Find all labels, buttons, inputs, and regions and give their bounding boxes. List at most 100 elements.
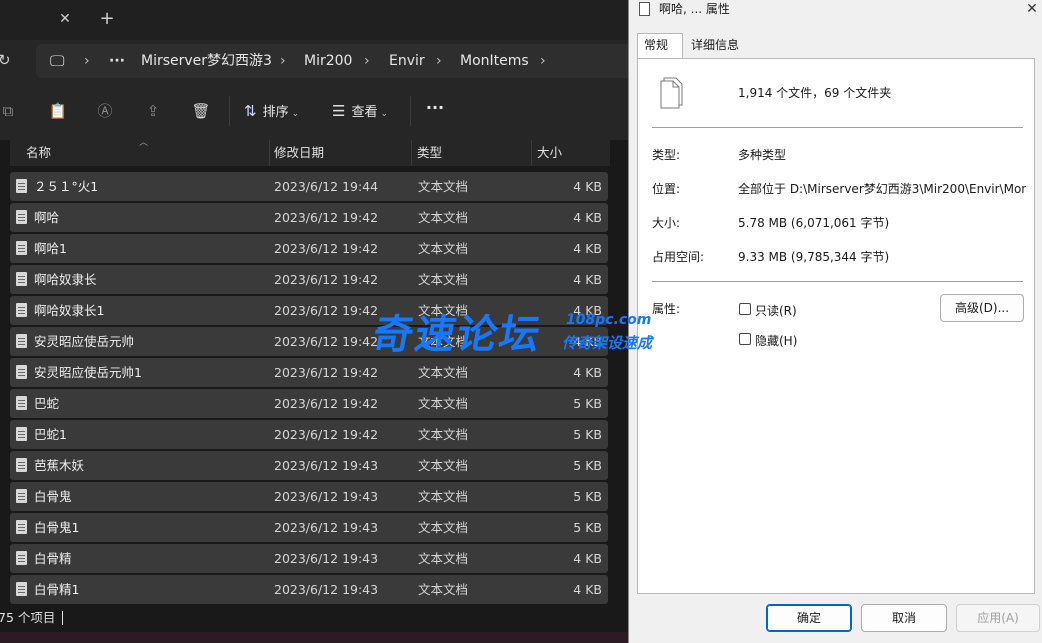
attributes-label: 属性: (652, 302, 681, 316)
file-row[interactable]: 啊哈 2023/6/12 19:42 文本文档 4 KB (10, 203, 608, 232)
more-options-icon[interactable]: ··· (424, 100, 446, 122)
item-count: 75 个项目 (0, 610, 56, 625)
file-row[interactable]: 安灵昭应使岳元帅1 2023/6/12 19:42 文本文档 4 KB (10, 358, 608, 387)
apply-button: 应用(A) (956, 604, 1040, 632)
file-name: 白骨精 (34, 551, 72, 566)
view-button[interactable]: ☰ 查看 ⌄ (332, 98, 388, 124)
more-path-icon[interactable]: ··· (109, 44, 125, 78)
column-header: ︿ 名称 修改日期 类型 大小 (10, 138, 610, 166)
file-name: 白骨鬼 (34, 489, 72, 504)
chevron-down-icon: ⌄ (380, 109, 389, 119)
close-icon[interactable]: ✕ (1023, 0, 1041, 18)
breadcrumb-item[interactable]: Envir (389, 44, 425, 78)
file-size: 5 KB (573, 489, 602, 504)
new-tab-icon[interactable]: + (97, 9, 117, 29)
text-file-icon (16, 272, 27, 286)
chevron-right-icon: › (436, 53, 442, 69)
chevron-right-icon: › (364, 53, 370, 69)
tab-general[interactable]: 常规 (637, 33, 683, 59)
breadcrumb-item[interactable]: Mir200 (304, 44, 352, 78)
close-tab-icon[interactable]: ✕ (56, 10, 74, 28)
text-file-icon (16, 489, 27, 503)
file-date: 2023/6/12 19:42 (274, 334, 379, 349)
properties-dialog: 啊哈, ... 属性 ✕ 常规 详细信息 1,914 个文件，69 个文件夹 类… (628, 0, 1042, 643)
file-type: 文本文档 (418, 582, 469, 597)
file-row[interactable]: 巴蛇1 2023/6/12 19:42 文本文档 5 KB (10, 420, 608, 449)
document-icon (639, 2, 650, 16)
sort-icon: ⇅ (244, 102, 257, 120)
file-name: 芭蕉木妖 (34, 458, 85, 473)
address-bar[interactable]: 🖵 › ··· Mirserver梦幻西游3 › Mir200 › Envir … (36, 44, 636, 78)
view-label: 查看 (351, 105, 378, 120)
file-row[interactable]: 啊哈奴隶长 2023/6/12 19:42 文本文档 4 KB (10, 265, 608, 294)
file-size: 4 KB (573, 210, 602, 225)
view-icon: ☰ (332, 102, 346, 120)
text-file-icon (16, 365, 27, 379)
file-row[interactable]: 白骨鬼 2023/6/12 19:43 文本文档 5 KB (10, 482, 608, 511)
watermark-url: 108pc.com (566, 312, 652, 328)
column-divider[interactable] (269, 140, 270, 166)
file-date: 2023/6/12 19:44 (274, 179, 379, 194)
tab-details[interactable]: 详细信息 (685, 34, 745, 58)
file-date: 2023/6/12 19:42 (274, 365, 379, 380)
rename-icon[interactable]: Ⓐ (95, 101, 115, 121)
advanced-button[interactable]: 高级(D)... (940, 294, 1024, 322)
hidden-label[interactable]: 隐藏(H) (755, 332, 797, 349)
file-date: 2023/6/12 19:42 (274, 241, 379, 256)
computer-icon[interactable]: 🖵 (50, 44, 64, 78)
sort-label: 排序 (262, 105, 289, 120)
breadcrumb-item[interactable]: MonItems (460, 44, 529, 78)
file-date: 2023/6/12 19:42 (274, 427, 379, 442)
paste-icon[interactable]: 📋 (48, 101, 68, 121)
text-file-icon (16, 551, 27, 565)
file-name: 安灵昭应使岳元帅 (34, 334, 135, 349)
column-name[interactable]: 名称 (26, 140, 51, 166)
file-name: 白骨鬼1 (34, 520, 80, 535)
disk-size-value: 9.33 MB (9,785,344 字节) (738, 250, 890, 264)
navigation-bar: ↻ 🖵 › ··· Mirserver梦幻西游3 › Mir200 › Envi… (0, 40, 636, 82)
readonly-checkbox[interactable] (739, 303, 751, 315)
text-file-icon (16, 179, 27, 193)
file-size: 5 KB (573, 520, 602, 535)
copy-icon[interactable]: ⧉ (0, 101, 18, 121)
file-row[interactable]: 芭蕉木妖 2023/6/12 19:43 文本文档 5 KB (10, 451, 608, 480)
text-file-icon (16, 334, 27, 348)
file-row[interactable]: 白骨精1 2023/6/12 19:43 文本文档 4 KB (10, 575, 608, 604)
breadcrumb-item[interactable]: Mirserver梦幻西游3 (141, 44, 272, 78)
share-icon[interactable]: ⇪ (143, 101, 163, 121)
ok-button[interactable]: 确定 (766, 604, 852, 632)
divider (652, 127, 1023, 128)
delete-icon[interactable]: 🗑 (191, 101, 211, 121)
file-size: 4 KB (573, 272, 602, 287)
readonly-label[interactable]: 只读(R) (755, 302, 797, 319)
location-value: 全部位于 D:\Mirserver梦幻西游3\Mir200\Envir\Mon (738, 182, 1026, 196)
divider (652, 281, 1023, 282)
dialog-title: 啊哈, ... 属性 (659, 2, 730, 16)
sort-button[interactable]: ⇅ 排序 ⌄ (244, 98, 299, 124)
file-row[interactable]: 啊哈1 2023/6/12 19:42 文本文档 4 KB (10, 234, 608, 263)
chevron-right-icon: › (280, 53, 286, 69)
file-row[interactable]: 巴蛇 2023/6/12 19:42 文本文档 5 KB (10, 389, 608, 418)
file-size: 4 KB (573, 365, 602, 380)
column-date[interactable]: 修改日期 (274, 140, 324, 166)
file-size: 4 KB (573, 241, 602, 256)
file-type: 文本文档 (418, 551, 469, 566)
column-type[interactable]: 类型 (417, 140, 442, 166)
cancel-button[interactable]: 取消 (861, 604, 947, 632)
file-date: 2023/6/12 19:42 (274, 210, 379, 225)
column-divider[interactable] (531, 140, 532, 166)
multiple-files-icon (660, 77, 683, 109)
size-value: 5.78 MB (6,071,061 字节) (738, 216, 890, 230)
file-row[interactable]: ２５１°火1 2023/6/12 19:44 文本文档 4 KB (10, 172, 608, 201)
sort-ascending-icon: ︿ (139, 138, 149, 148)
column-size[interactable]: 大小 (537, 140, 562, 166)
file-date: 2023/6/12 19:43 (274, 582, 379, 597)
refresh-icon[interactable]: ↻ (0, 51, 16, 69)
location-label: 位置: (652, 182, 681, 196)
file-row[interactable]: 白骨精 2023/6/12 19:43 文本文档 4 KB (10, 544, 608, 573)
file-date: 2023/6/12 19:42 (274, 272, 379, 287)
column-divider[interactable] (411, 140, 412, 166)
hidden-checkbox[interactable] (739, 333, 751, 345)
file-row[interactable]: 白骨鬼1 2023/6/12 19:43 文本文档 5 KB (10, 513, 608, 542)
file-size: 5 KB (573, 458, 602, 473)
